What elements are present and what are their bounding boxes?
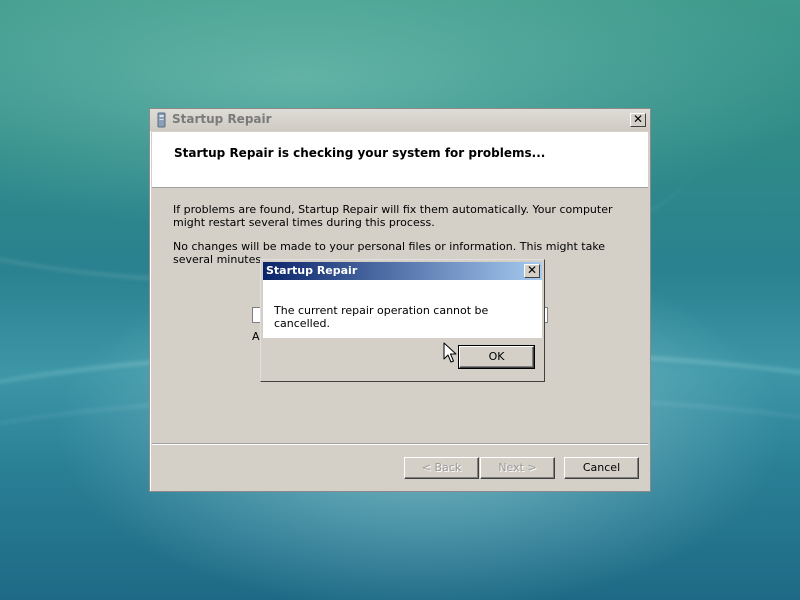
next-button[interactable]: Next >	[480, 457, 555, 479]
arrow-cursor-icon	[443, 342, 457, 363]
window-close-button[interactable]: ✕	[630, 113, 646, 127]
message-dialog: Startup Repair ✕ The current repair oper…	[260, 259, 545, 382]
startup-repair-icon	[157, 112, 166, 128]
desktop-background: Startup Repair ✕ Startup Repair is check…	[0, 0, 800, 600]
footer-divider	[152, 443, 648, 445]
back-button[interactable]: < Back	[404, 457, 479, 479]
dialog-close-button[interactable]: ✕	[524, 264, 540, 278]
window-title: Startup Repair	[172, 112, 272, 126]
dialog-message: The current repair operation cannot be c…	[274, 304, 489, 330]
window-titlebar[interactable]: Startup Repair ✕	[150, 109, 650, 131]
ok-button[interactable]: OK	[458, 345, 535, 369]
page-title: Startup Repair is checking your system f…	[174, 146, 546, 160]
dialog-title: Startup Repair	[266, 264, 358, 277]
dialog-titlebar[interactable]: Startup Repair ✕	[263, 262, 542, 280]
info-paragraph-1: If problems are found, Startup Repair wi…	[173, 203, 613, 229]
wizard-header: Startup Repair is checking your system f…	[152, 132, 648, 188]
cancel-button[interactable]: Cancel	[564, 457, 639, 479]
status-label: A	[252, 330, 260, 343]
dialog-message-area: The current repair operation cannot be c…	[263, 280, 542, 338]
